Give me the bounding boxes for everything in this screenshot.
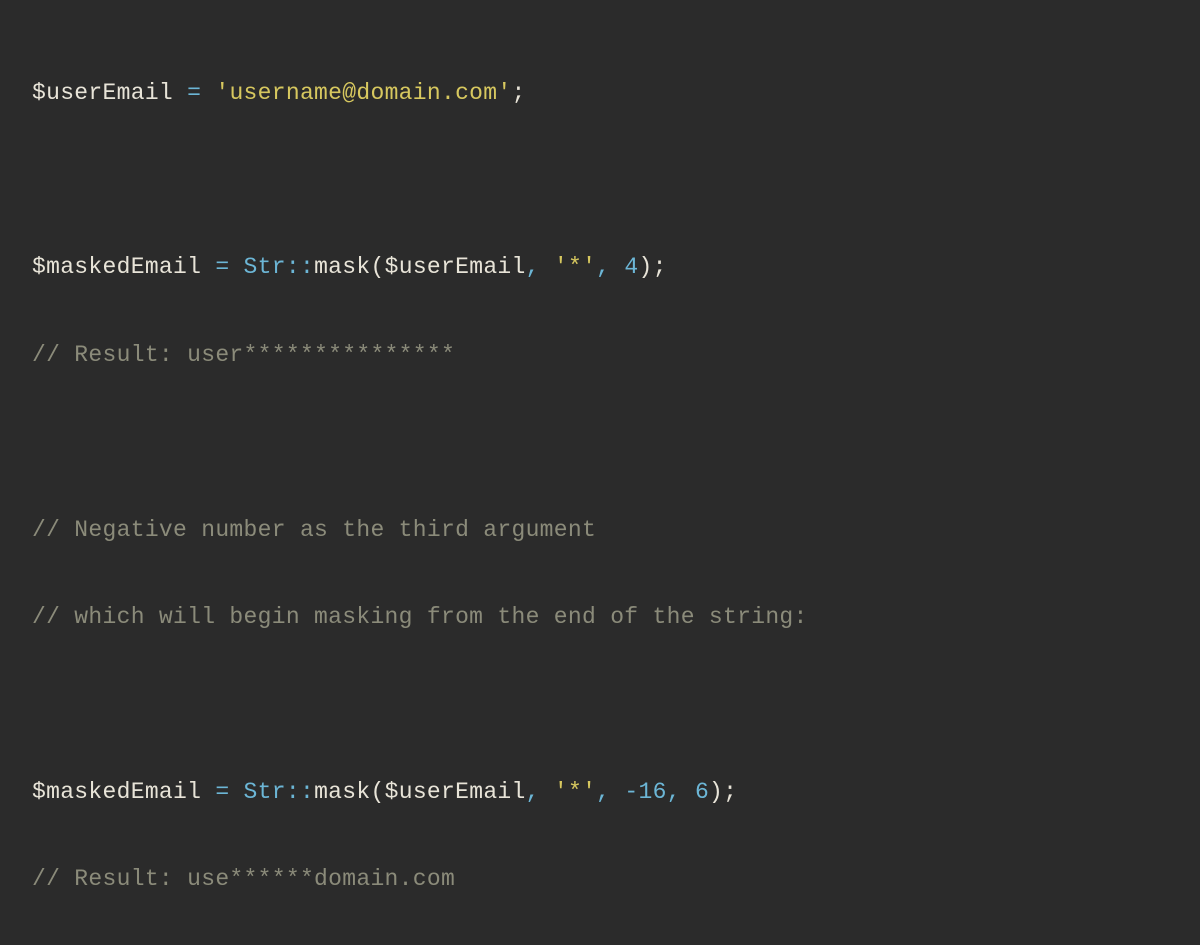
method-mask: mask <box>314 779 370 805</box>
arg-number-16: 16 <box>639 779 667 805</box>
arg-number-4: 4 <box>624 254 638 280</box>
class-str: Str <box>244 254 286 280</box>
assign-op: = <box>201 779 243 805</box>
minus-sign: - <box>624 779 638 805</box>
assign-op: = <box>201 254 243 280</box>
variable-maskedEmail: $maskedEmail <box>32 254 201 280</box>
code-line-4: // Negative number as the third argument <box>32 509 1168 553</box>
close-paren: ) <box>709 779 723 805</box>
arg-number-6: 6 <box>695 779 709 805</box>
blank-line <box>32 421 1168 465</box>
code-line-6: $maskedEmail = Str::mask($userEmail, '*'… <box>32 771 1168 815</box>
code-line-1: $userEmail = 'username@domain.com'; <box>32 72 1168 116</box>
open-paren: ( <box>371 254 385 280</box>
blank-line <box>32 159 1168 203</box>
comment-result-1: // Result: user*************** <box>32 342 455 368</box>
blank-line <box>32 683 1168 727</box>
class-str: Str <box>244 779 286 805</box>
comma: , <box>596 254 624 280</box>
comma: , <box>526 254 554 280</box>
code-block: $userEmail = 'username@domain.com'; $mas… <box>32 28 1168 945</box>
code-line-5: // which will begin masking from the end… <box>32 596 1168 640</box>
double-colon: :: <box>286 779 314 805</box>
comma: , <box>596 779 624 805</box>
arg-star: '*' <box>554 779 596 805</box>
close-paren: ) <box>639 254 653 280</box>
variable-userEmail: $userEmail <box>32 80 173 106</box>
semicolon: ; <box>723 779 737 805</box>
code-line-7: // Result: use******domain.com <box>32 858 1168 902</box>
double-colon: :: <box>286 254 314 280</box>
arg-star: '*' <box>554 254 596 280</box>
arg-userEmail: $userEmail <box>385 779 526 805</box>
open-paren: ( <box>371 779 385 805</box>
string-literal: 'username@domain.com' <box>215 80 511 106</box>
arg-userEmail: $userEmail <box>385 254 526 280</box>
comment-negative-1: // Negative number as the third argument <box>32 517 596 543</box>
comment-result-2: // Result: use******domain.com <box>32 866 455 892</box>
method-mask: mask <box>314 254 370 280</box>
comma: , <box>526 779 554 805</box>
comment-negative-2: // which will begin masking from the end… <box>32 604 808 630</box>
code-line-3: // Result: user*************** <box>32 334 1168 378</box>
assign-op: = <box>173 80 215 106</box>
comma: , <box>667 779 695 805</box>
variable-maskedEmail: $maskedEmail <box>32 779 201 805</box>
semicolon: ; <box>653 254 667 280</box>
semicolon: ; <box>512 80 526 106</box>
code-line-2: $maskedEmail = Str::mask($userEmail, '*'… <box>32 246 1168 290</box>
